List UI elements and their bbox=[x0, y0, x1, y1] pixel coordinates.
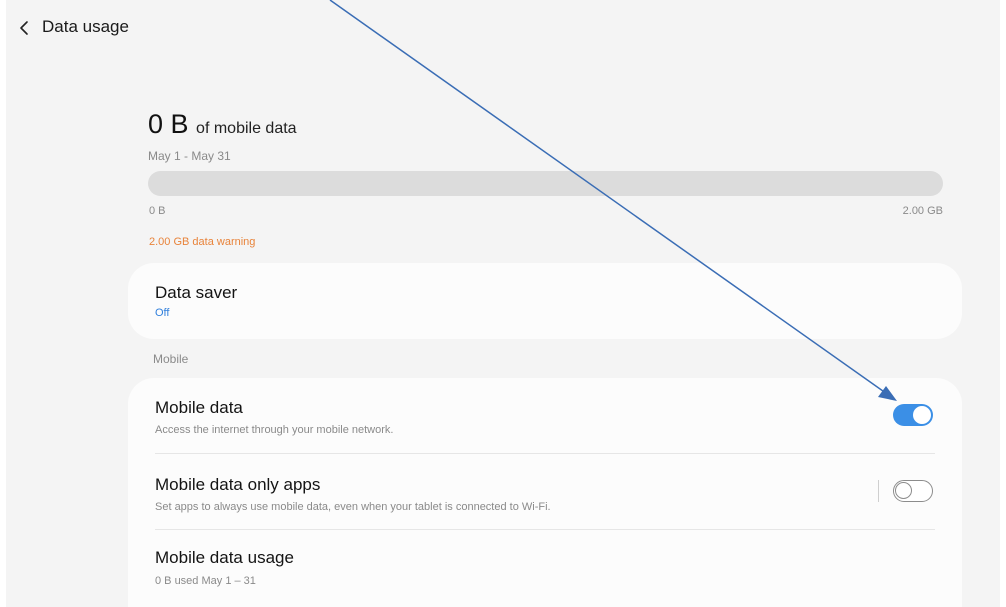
usage-amount: 0 B bbox=[148, 109, 189, 139]
back-button[interactable] bbox=[12, 12, 36, 44]
mobile-data-title: Mobile data bbox=[155, 398, 243, 417]
mobile-data-only-apps-title: Mobile data only apps bbox=[155, 475, 321, 494]
mobile-data-usage-title: Mobile data usage bbox=[155, 548, 294, 567]
toggle-knob bbox=[912, 405, 932, 425]
data-saver-title: Data saver bbox=[155, 283, 238, 302]
data-saver-status: Off bbox=[155, 307, 170, 319]
mobile-data-usage-row[interactable]: Mobile data usage 0 B used May 1 – 31 bbox=[128, 530, 962, 607]
usage-progress-bar bbox=[148, 171, 943, 196]
page-title: Data usage bbox=[42, 17, 129, 36]
mobile-settings-card: Mobile data Access the internet through … bbox=[128, 378, 962, 607]
toggle-separator bbox=[878, 480, 879, 502]
usage-amount-line: 0 B of mobile data bbox=[148, 108, 943, 145]
usage-period: May 1 - May 31 bbox=[148, 149, 231, 163]
screen: Data usage 0 B of mobile data May 1 - Ma… bbox=[0, 0, 1006, 607]
mobile-data-row[interactable]: Mobile data Access the internet through … bbox=[128, 378, 962, 453]
mobile-data-only-apps-subtitle: Set apps to always use mobile data, even… bbox=[155, 501, 551, 513]
data-saver-card: Data saver Off bbox=[128, 263, 962, 339]
toggle-knob bbox=[895, 482, 912, 499]
chevron-left-icon bbox=[20, 21, 28, 35]
mobile-data-only-apps-row[interactable]: Mobile data only apps Set apps to always… bbox=[128, 454, 962, 529]
mobile-data-usage-subtitle: 0 B used May 1 – 31 bbox=[155, 575, 256, 587]
data-warning-link[interactable]: 2.00 GB data warning bbox=[149, 236, 255, 248]
mobile-data-toggle[interactable] bbox=[893, 404, 933, 426]
usage-summary: 0 B of mobile data May 1 - May 31 0 B 2.… bbox=[148, 108, 943, 248]
usage-amount-suffix: of mobile data bbox=[196, 120, 297, 137]
usage-bar-max-label: 2.00 GB bbox=[902, 205, 943, 217]
section-header-mobile: Mobile bbox=[153, 352, 189, 366]
mobile-data-only-apps-toggle[interactable] bbox=[893, 480, 933, 502]
usage-bar-min-label: 0 B bbox=[149, 205, 166, 217]
mobile-data-subtitle: Access the internet through your mobile … bbox=[155, 424, 394, 436]
data-saver-row[interactable]: Data saver Off bbox=[128, 263, 962, 339]
